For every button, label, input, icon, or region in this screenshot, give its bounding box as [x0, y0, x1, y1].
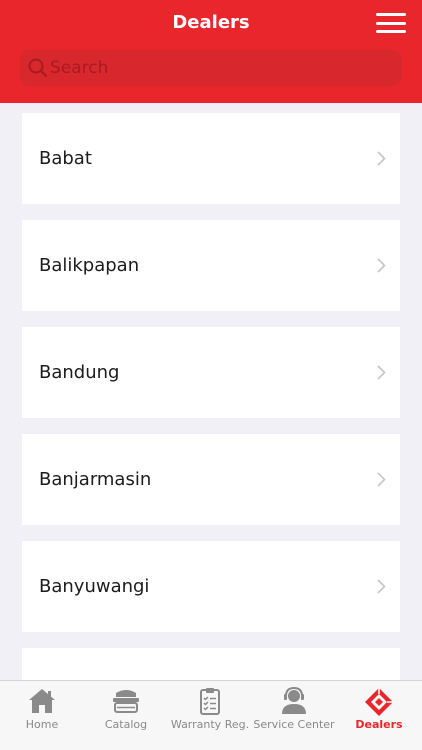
tab-label: Home: [25, 718, 59, 731]
menu-icon-bar: [376, 21, 406, 25]
tab-label: Service Center: [253, 718, 335, 731]
search-bar[interactable]: [20, 50, 402, 86]
dealer-city-label: Balikpapan: [39, 255, 140, 276]
list-item[interactable]: Bandung: [22, 327, 400, 418]
dealer-city-label: Banjarmasin: [39, 469, 152, 490]
tab-label: Warranty Reg.: [170, 718, 250, 731]
list-item[interactable]: Babat: [22, 113, 400, 204]
menu-icon-bar: [376, 30, 406, 33]
tab-label: Dealers: [355, 718, 403, 731]
chevron-right-icon: [377, 579, 386, 594]
list-item[interactable]: Banjarmasin: [22, 434, 400, 525]
clipboard-icon: [200, 688, 220, 715]
list-item[interactable]: [22, 648, 400, 680]
search-input[interactable]: [50, 50, 390, 86]
tab-warranty-reg[interactable]: Warranty Reg.: [168, 681, 252, 750]
list-item[interactable]: Banyuwangi: [22, 541, 400, 632]
catalog-icon: [113, 690, 139, 713]
nav-header: Dealers: [0, 0, 422, 103]
page-title: Dealers: [172, 12, 250, 33]
dealer-city-label: Bandung: [39, 362, 120, 383]
dealer-diamond-icon: [365, 688, 393, 716]
chevron-right-icon: [377, 472, 386, 487]
menu-button[interactable]: [376, 11, 406, 35]
chevron-right-icon: [377, 151, 386, 166]
dealer-list: Babat Balikpapan Bandung Banjarmasin Ban…: [0, 103, 422, 680]
list-item[interactable]: Balikpapan: [22, 220, 400, 311]
tab-dealers[interactable]: Dealers: [336, 681, 422, 750]
chevron-right-icon: [377, 258, 386, 273]
search-icon: [28, 58, 48, 78]
dealer-city-label: Banyuwangi: [39, 576, 150, 597]
dealer-city-label: Babat: [39, 148, 92, 169]
tab-home[interactable]: Home: [0, 681, 84, 750]
home-icon: [29, 689, 55, 713]
menu-icon-bar: [376, 13, 406, 16]
tab-service-center[interactable]: Service Center: [252, 681, 336, 750]
chevron-right-icon: [377, 365, 386, 380]
tab-catalog[interactable]: Catalog: [84, 681, 168, 750]
headset-person-icon: [282, 687, 306, 714]
tab-bar: Home Catalog Warranty Reg. Service Cente…: [0, 680, 422, 750]
tab-label: Catalog: [104, 718, 148, 731]
